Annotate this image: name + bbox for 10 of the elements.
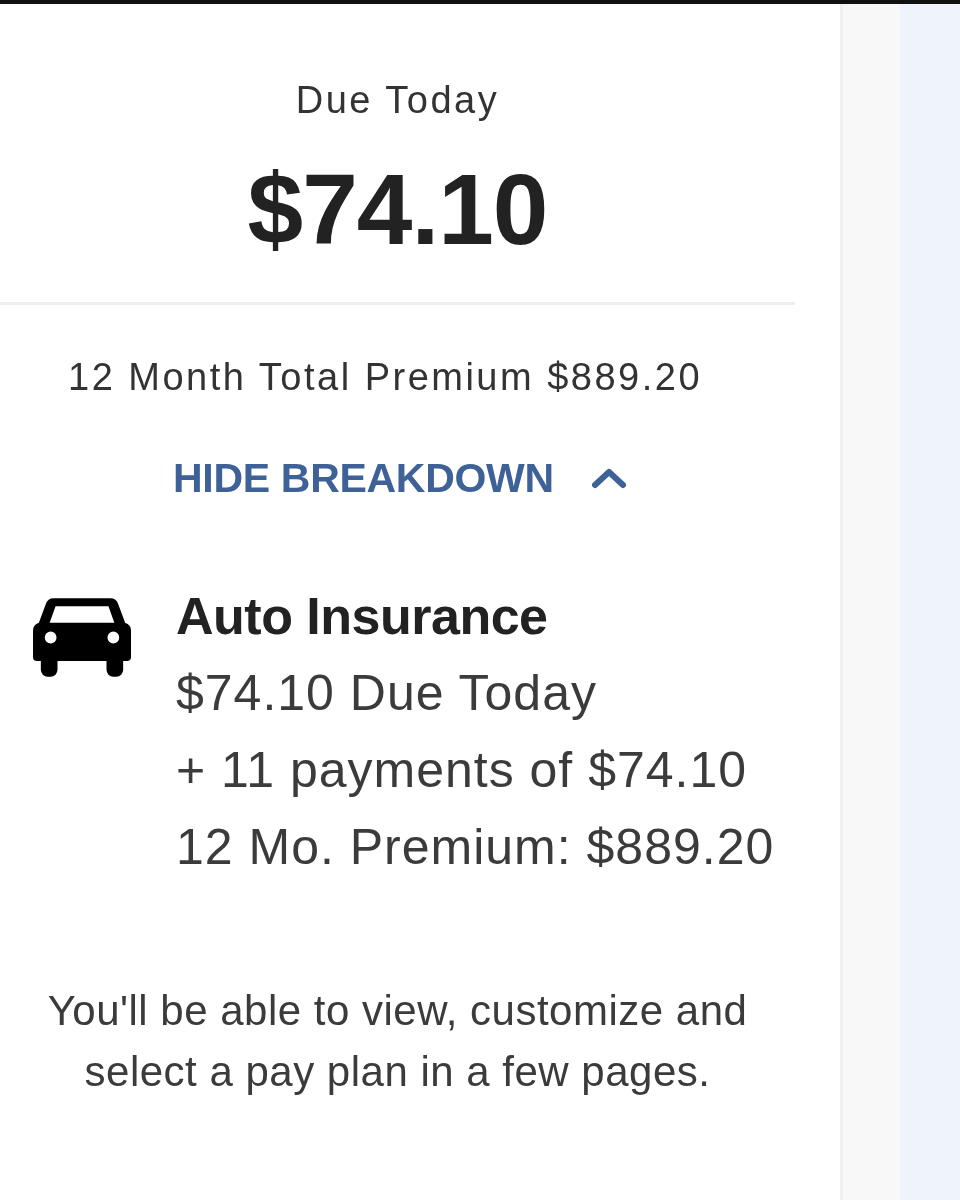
total-premium-text: 12 Month Total Premium $889.20 <box>68 356 703 398</box>
pay-plan-note: You'll be able to view, customize and select a pay plan in a few pages. <box>46 986 749 1097</box>
coverage-detail: + 11 payments of $74.10 <box>176 741 749 800</box>
due-today-amount: $74.10 <box>247 159 548 259</box>
hide-breakdown-button[interactable]: HIDE BREAKDOWN <box>173 454 627 502</box>
due-today-label: Due Today <box>295 78 500 123</box>
coverage-title: Auto Insurance <box>176 586 549 647</box>
coverage-detail: $74.10 Due Today <box>176 664 598 723</box>
car-icon <box>33 598 131 677</box>
coverage-detail: 12 Mo. Premium: $889.20 <box>176 818 775 877</box>
